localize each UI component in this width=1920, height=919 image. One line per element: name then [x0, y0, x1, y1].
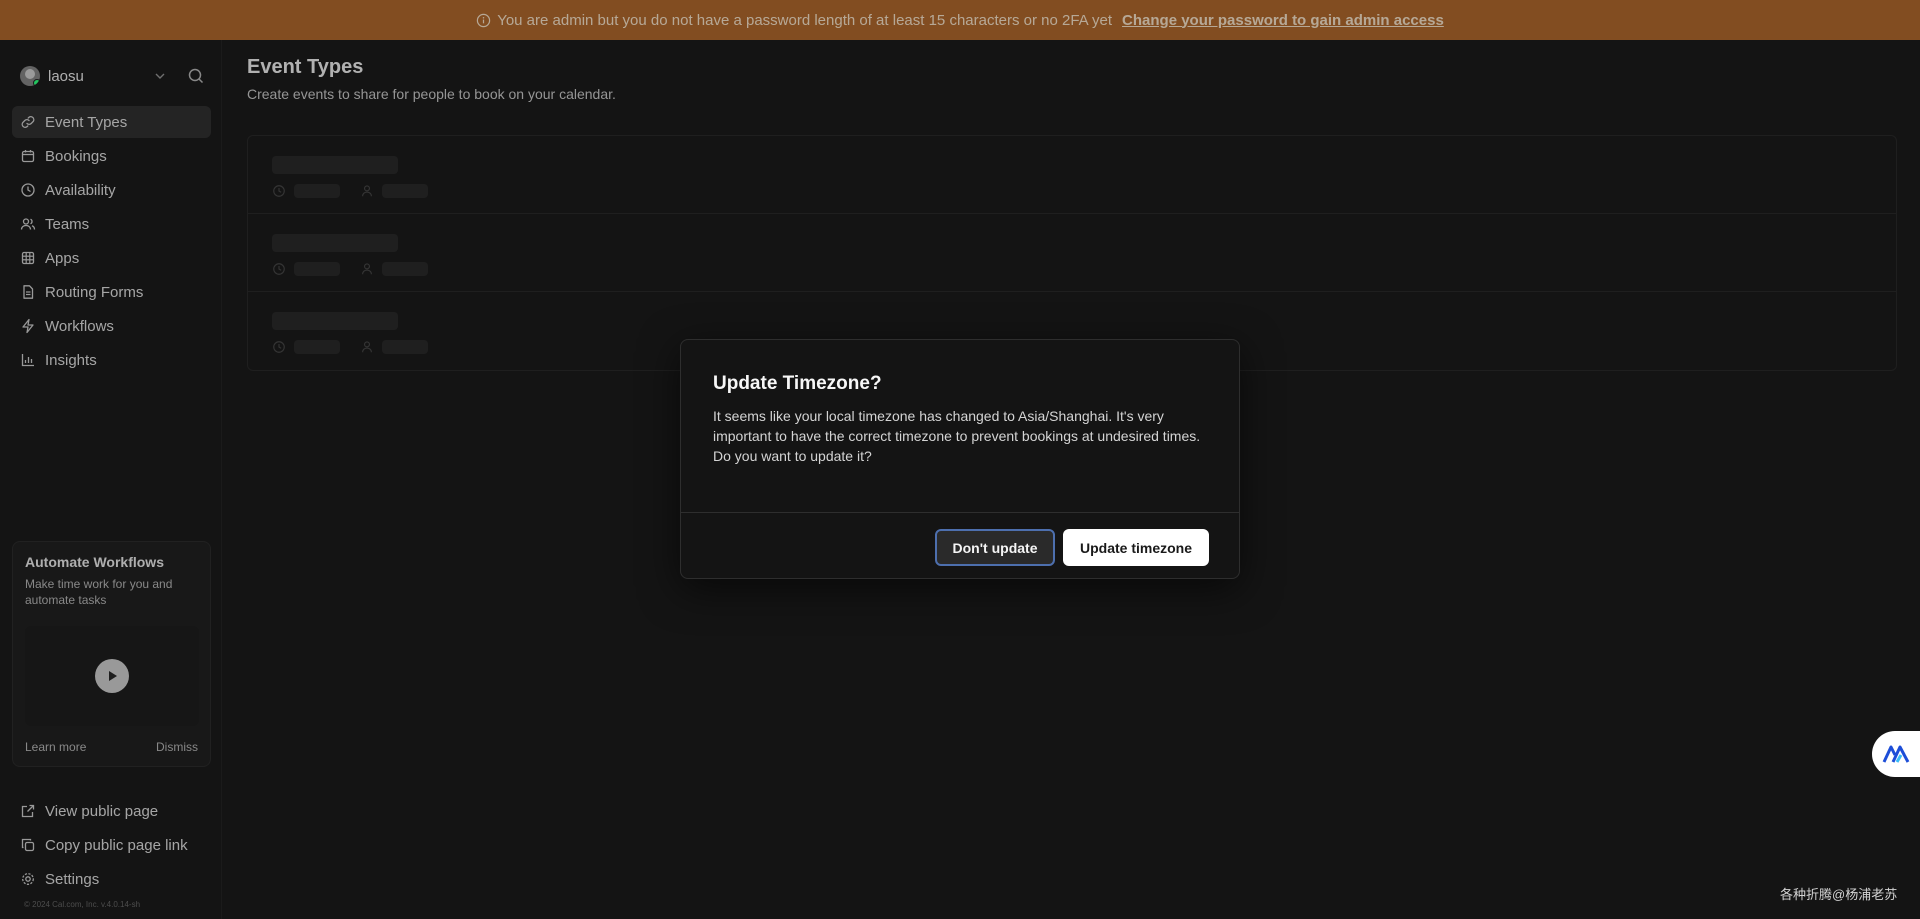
floating-assistant-button[interactable] [1872, 731, 1920, 777]
online-status-dot [33, 79, 40, 86]
update-timezone-dialog: Update Timezone? It seems like your loca… [680, 339, 1240, 579]
assistant-logo-icon [1882, 745, 1910, 763]
dialog-divider [681, 512, 1239, 513]
dialog-title: Update Timezone? [713, 373, 882, 394]
update-timezone-button[interactable]: Update timezone [1063, 529, 1209, 566]
dont-update-button[interactable]: Don't update [935, 529, 1055, 566]
watermark: 各种折腾@杨浦老苏 [1780, 887, 1898, 902]
dialog-body: It seems like your local timezone has ch… [713, 408, 1201, 464]
